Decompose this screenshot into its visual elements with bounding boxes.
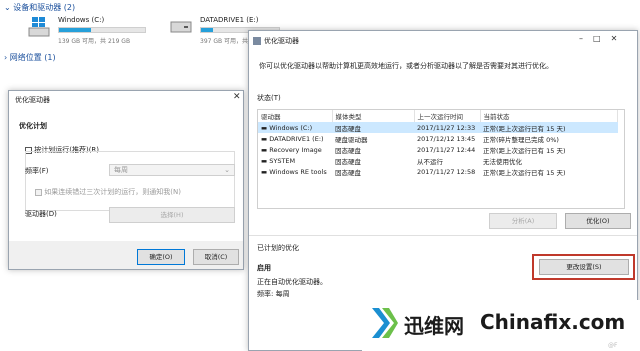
drive-list: 驱动器 媒体类型 上一次运行时间 当前状态 ▬ Windows (C:) 固态硬… — [257, 109, 625, 209]
table-header: 驱动器 媒体类型 上一次运行时间 当前状态 — [258, 110, 618, 122]
optimize-window-title: 优化驱动器 — [264, 37, 299, 45]
drive-cell: ▬ DATADRIVE1 (E:) — [258, 133, 332, 144]
schedule-dialog-title: 优化驱动器 — [15, 96, 50, 104]
ssd-drive-icon: ▬ — [261, 167, 268, 176]
window-controls: –□✕ — [579, 34, 627, 43]
hard-drive-icon: ▬ — [261, 134, 268, 143]
chevron-right-icon: › — [4, 53, 8, 62]
windows-drive-icon — [28, 17, 50, 37]
ssd-drive-icon: ▬ — [261, 156, 268, 165]
drive-name: Recovery Image — [269, 145, 322, 154]
schedule-dialog: 优化驱动器 ✕ 优化计划 按计划运行(推荐)(R) 频率(F) 每周 ⌄ 如果连… — [8, 90, 244, 270]
last-run-cell: 2017/11/27 12:58 — [417, 167, 476, 176]
frequency-text: 频率: 每周 — [257, 290, 290, 298]
frequency-value: 每周 — [114, 166, 128, 174]
status-cell: 正常(距上次运行已有 15 天) — [483, 168, 566, 177]
scheduled-separator — [249, 235, 637, 236]
analyze-button[interactable]: 分析(A) — [489, 213, 557, 229]
status-label: 状态(T) — [257, 94, 281, 102]
maximize-icon[interactable]: □ — [593, 34, 611, 43]
last-run-cell: 2017/12/12 13:45 — [417, 134, 476, 143]
drive-c-name: Windows (C:) — [58, 16, 105, 24]
devices-header-label: 设备和驱动器 (2) — [13, 3, 76, 12]
chevron-down-icon: ⌄ — [224, 166, 230, 174]
table-row[interactable]: ▬ DATADRIVE1 (E:) 硬盘驱动器 2017/12/12 13:45… — [258, 133, 618, 144]
enabled-label: 启用 — [257, 264, 271, 272]
notify-label: 如果连续错过三次计划的运行，则通知我(N) — [44, 188, 181, 196]
media-cell: 固态硬盘 — [335, 124, 361, 133]
status-cell: 无法使用优化 — [483, 157, 522, 166]
table-row[interactable]: ▬ Recovery Image 固态硬盘 2017/11/27 12:44 正… — [258, 144, 618, 155]
watermark-brand-cn: 迅维网 — [404, 314, 464, 338]
drives-label: 驱动器(D) — [25, 210, 57, 218]
table-row[interactable]: ▬ Windows (C:) 固态硬盘 2017/11/27 12:33 正常(… — [258, 122, 618, 133]
hard-drive-icon — [170, 21, 192, 33]
auto-optimize-text: 正在自动优化驱动器。 — [257, 278, 327, 286]
minimize-icon[interactable]: – — [579, 34, 593, 43]
watermark-brand-en: Chinafix.com — [480, 310, 626, 334]
last-run-cell: 从不运行 — [417, 157, 443, 166]
drive-cell: ▬ Windows RE tools — [258, 166, 332, 177]
chevron-down-icon: ⌄ — [4, 3, 11, 12]
ssd-drive-icon: ▬ — [261, 145, 268, 154]
optimize-description: 你可以优化驱动器以帮助计算机更高效地运行，或者分析驱动器以了解是否需要对其进行优… — [259, 62, 553, 70]
watermark-corner: @F — [608, 342, 618, 349]
cancel-button[interactable]: 取消(C) — [193, 249, 239, 265]
scheduled-label: 已计划的优化 — [257, 244, 299, 252]
drive-cell: ▬ Windows (C:) — [258, 122, 332, 133]
network-header[interactable]: › 网络位置 (1) — [4, 52, 56, 63]
status-cell: 正常(距上次运行已有 15 天) — [483, 124, 566, 133]
watermark: 迅维网 Chinafix.com @F — [362, 300, 640, 351]
table-row[interactable]: ▬ SYSTEM 固态硬盘 从不运行 无法使用优化 — [258, 155, 618, 166]
schedule-group-box — [25, 151, 235, 211]
drive-table: 驱动器 媒体类型 上一次运行时间 当前状态 ▬ Windows (C:) 固态硬… — [258, 110, 618, 177]
drive-cell: ▬ Recovery Image — [258, 144, 332, 155]
frequency-label: 频率(F) — [25, 167, 49, 175]
schedule-section-title: 优化计划 — [19, 122, 47, 130]
ok-button[interactable]: 确定(O) — [137, 249, 185, 265]
drive-c-usage-bar — [58, 27, 146, 33]
media-cell: 硬盘驱动器 — [335, 135, 368, 144]
last-run-cell: 2017/11/27 12:33 — [417, 123, 476, 132]
status-cell: 正常(距上次运行已有 15 天) — [483, 146, 566, 155]
devices-header[interactable]: ⌄ 设备和驱动器 (2) — [4, 2, 75, 13]
drive-c-space: 139 GB 可用，共 219 GB — [58, 38, 131, 45]
drive-name: Windows (C:) — [269, 123, 313, 132]
drive-e-usage-fill — [201, 28, 213, 32]
frequency-select[interactable]: 每周 ⌄ — [109, 164, 235, 176]
drive-e-name: DATADRIVE1 (E:) — [200, 16, 259, 24]
drive-c-usage-fill — [59, 28, 91, 32]
change-settings-button[interactable]: 更改设置(S) — [539, 259, 629, 275]
chinafix-logo-icon — [372, 308, 398, 338]
last-run-cell: 2017/11/27 12:44 — [417, 145, 476, 154]
media-cell: 固态硬盘 — [335, 157, 361, 166]
choose-button[interactable]: 选择(H) — [109, 207, 235, 223]
optimize-button[interactable]: 优化(O) — [565, 213, 631, 229]
column-last-run[interactable]: 上一次运行时间 — [414, 110, 481, 122]
close-icon[interactable]: ✕ — [611, 34, 628, 43]
drive-name: SYSTEM — [269, 156, 296, 165]
drive-name: DATADRIVE1 (E:) — [269, 134, 324, 143]
checkbox-checked-box[interactable] — [35, 188, 42, 196]
column-media[interactable]: 媒体类型 — [332, 110, 415, 122]
drive-cell: ▬ SYSTEM — [258, 155, 332, 166]
close-icon[interactable]: ✕ — [233, 92, 241, 102]
drive-name: Windows RE tools — [269, 167, 327, 176]
column-drive[interactable]: 驱动器 — [258, 110, 333, 122]
drive-item-c[interactable]: Windows (C:) 139 GB 可用，共 219 GB — [28, 14, 153, 48]
media-cell: 固态硬盘 — [335, 146, 361, 155]
defrag-app-icon — [253, 37, 261, 45]
notify-checkbox[interactable]: 如果连续错过三次计划的运行，则通知我(N) — [35, 187, 181, 197]
column-status[interactable]: 当前状态 — [480, 110, 618, 122]
network-header-label: 网络位置 (1) — [9, 53, 56, 62]
ssd-drive-icon: ▬ — [261, 123, 268, 132]
status-cell: 正常(碎片整理已完成 0%) — [483, 135, 559, 144]
table-row[interactable]: ▬ Windows RE tools 固态硬盘 2017/11/27 12:58… — [258, 166, 618, 177]
media-cell: 固态硬盘 — [335, 168, 361, 177]
